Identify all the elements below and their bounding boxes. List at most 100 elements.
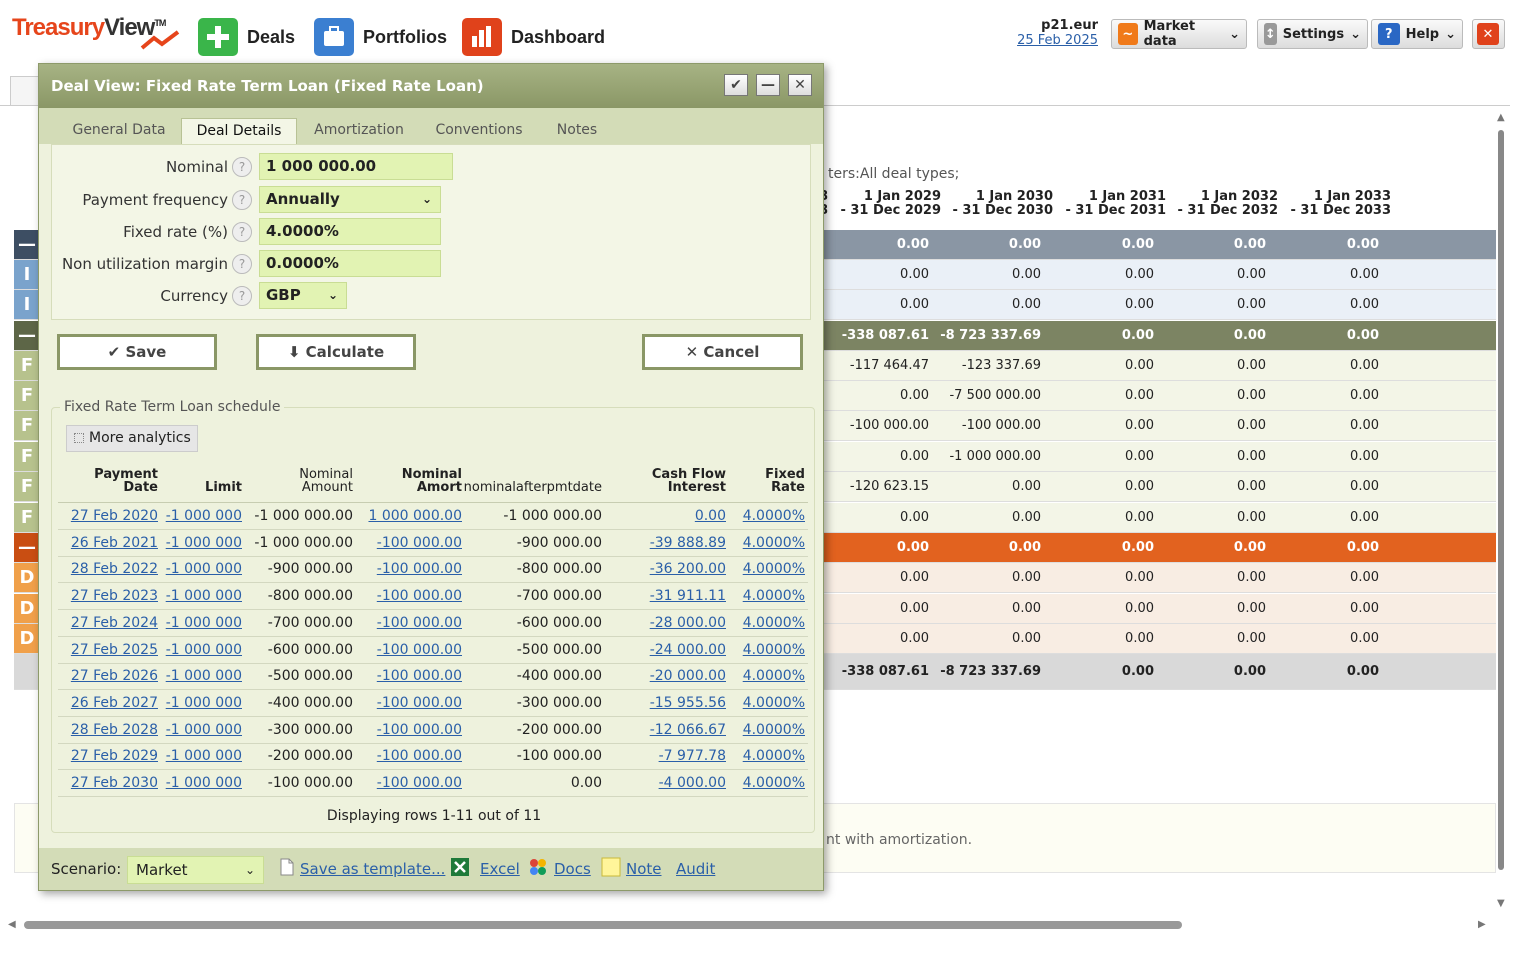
calculate-button[interactable]: ⬇ Calculate [256, 334, 416, 370]
schedule-cell-link[interactable]: 4.0000% [726, 695, 805, 711]
schedule-cell-link[interactable]: -31 911.11 [602, 588, 726, 604]
schedule-cell-link[interactable]: 4.0000% [726, 508, 805, 524]
help-button[interactable]: ? Help ⌄ [1371, 19, 1463, 49]
schedule-cell-link[interactable]: -1 000 000 [158, 668, 242, 684]
schedule-cell-link[interactable]: 27 Feb 2024 [58, 615, 158, 631]
scenario-select[interactable]: Market ⌄ [127, 856, 264, 884]
schedule-cell-link[interactable]: -1 000 000 [158, 561, 242, 577]
scrollbar-thumb[interactable] [1498, 130, 1504, 870]
settings-button[interactable]: ↕ Settings ⌄ [1257, 19, 1368, 49]
more-analytics-button[interactable]: More analytics [66, 425, 198, 452]
schedule-cell-link[interactable]: -4 000.00 [602, 775, 726, 791]
schedule-cell-link[interactable]: -100 000.00 [353, 748, 462, 764]
schedule-cell-link[interactable]: 4.0000% [726, 535, 805, 551]
schedule-cell-link[interactable]: -36 200.00 [602, 561, 726, 577]
schedule-cell-link[interactable]: -1 000 000 [158, 508, 242, 524]
schedule-cell-link[interactable]: -39 888.89 [602, 535, 726, 551]
schedule-cell-link[interactable]: 26 Feb 2021 [58, 535, 158, 551]
close-icon[interactable]: ✕ [788, 74, 812, 96]
help-icon[interactable]: ? [232, 157, 252, 177]
minimize-icon[interactable]: — [756, 74, 780, 96]
save-button[interactable]: ✔ Save [57, 334, 217, 370]
schedule-cell-link[interactable]: 28 Feb 2022 [58, 561, 158, 577]
schedule-cell-link[interactable]: -1 000 000 [158, 722, 242, 738]
schedule-cell-link[interactable]: 27 Feb 2029 [58, 748, 158, 764]
schedule-cell-link[interactable]: 27 Feb 2026 [58, 668, 158, 684]
schedule-cell-link[interactable]: -1 000 000 [158, 748, 242, 764]
excel-link[interactable]: Excel [480, 860, 520, 878]
note-link[interactable]: Note [626, 860, 662, 878]
schedule-cell-link[interactable]: -1 000 000 [158, 535, 242, 551]
scroll-up-icon[interactable]: ▲ [1497, 112, 1505, 123]
schedule-cell-link[interactable]: 28 Feb 2028 [58, 722, 158, 738]
schedule-cell-link[interactable]: -28 000.00 [602, 615, 726, 631]
help-icon[interactable]: ? [232, 286, 252, 306]
schedule-cell-link[interactable]: -12 066.67 [602, 722, 726, 738]
dialog-title[interactable]: Deal View: Fixed Rate Term Loan (Fixed R… [39, 64, 823, 108]
market-data-button[interactable]: ~ Market data ⌄ [1111, 19, 1247, 49]
schedule-cell-link[interactable]: 4.0000% [726, 615, 805, 631]
schedule-cell-link[interactable]: -1 000 000 [158, 695, 242, 711]
scroll-right-icon[interactable]: ▶ [1478, 919, 1486, 930]
schedule-cell-link[interactable]: 4.0000% [726, 588, 805, 604]
cancel-button[interactable]: ✕ Cancel [642, 334, 803, 370]
schedule-cell-link[interactable]: 26 Feb 2027 [58, 695, 158, 711]
schedule-cell-link[interactable]: 4.0000% [726, 775, 805, 791]
schedule-cell-link[interactable]: 0.00 [602, 508, 726, 524]
fixed-rate-input[interactable]: 4.0000% [259, 218, 441, 245]
schedule-cell-link[interactable]: 1 000 000.00 [353, 508, 462, 524]
schedule-cell-link[interactable]: -100 000.00 [353, 668, 462, 684]
schedule-cell-link[interactable]: -100 000.00 [353, 615, 462, 631]
schedule-cell-link[interactable]: 4.0000% [726, 668, 805, 684]
payment-frequency-select[interactable]: Annually ⌄ [259, 186, 441, 213]
help-icon[interactable]: ? [232, 254, 252, 274]
vertical-scrollbar[interactable]: ▲ ▼ [1496, 110, 1506, 910]
tab-notes[interactable]: Notes [547, 118, 607, 144]
profile-date-link[interactable]: 25 Feb 2025 [1010, 33, 1098, 48]
tab-deal-details[interactable]: Deal Details [181, 118, 297, 144]
currency-select[interactable]: GBP ⌄ [259, 282, 347, 309]
schedule-cell-link[interactable]: -24 000.00 [602, 642, 726, 658]
help-icon[interactable]: ? [232, 190, 252, 210]
save-as-template-link[interactable]: Save as template... [300, 860, 445, 878]
schedule-cell-link[interactable]: -100 000.00 [353, 775, 462, 791]
tab-general-data[interactable]: General Data [65, 118, 173, 144]
nav-deals-button[interactable]: Deals [198, 18, 295, 56]
nominal-input[interactable]: 1 000 000.00 [259, 153, 453, 180]
nav-portfolios-button[interactable]: Portfolios [314, 18, 447, 56]
horizontal-scrollbar[interactable]: ◀ ▶ [0, 918, 1490, 932]
docs-link[interactable]: Docs [554, 860, 591, 878]
schedule-cell-link[interactable]: -1 000 000 [158, 642, 242, 658]
schedule-cell-link[interactable]: -100 000.00 [353, 722, 462, 738]
schedule-cell-link[interactable]: -1 000 000 [158, 615, 242, 631]
close-app-button[interactable]: ✕ [1472, 19, 1505, 49]
schedule-cell-link[interactable]: 27 Feb 2025 [58, 642, 158, 658]
schedule-cell-link[interactable]: -20 000.00 [602, 668, 726, 684]
scroll-left-icon[interactable]: ◀ [8, 919, 16, 930]
schedule-cell-link[interactable]: 4.0000% [726, 561, 805, 577]
audit-link[interactable]: Audit [676, 860, 715, 878]
schedule-cell-link[interactable]: 4.0000% [726, 748, 805, 764]
schedule-cell-link[interactable]: 4.0000% [726, 722, 805, 738]
non-utilization-margin-input[interactable]: 0.0000% [259, 250, 441, 277]
schedule-cell-link[interactable]: -1 000 000 [158, 588, 242, 604]
schedule-cell-link[interactable]: 27 Feb 2020 [58, 508, 158, 524]
schedule-cell-link[interactable]: -100 000.00 [353, 695, 462, 711]
schedule-cell-link[interactable]: -100 000.00 [353, 642, 462, 658]
confirm-icon[interactable]: ✔ [724, 74, 748, 96]
tab-conventions[interactable]: Conventions [425, 118, 533, 144]
schedule-cell-link[interactable]: 27 Feb 2023 [58, 588, 158, 604]
scrollbar-thumb[interactable] [24, 921, 1182, 929]
schedule-cell-link[interactable]: -100 000.00 [353, 588, 462, 604]
schedule-cell-link[interactable]: -100 000.00 [353, 561, 462, 577]
background-tab[interactable] [10, 76, 40, 106]
schedule-cell-link[interactable]: 27 Feb 2030 [58, 775, 158, 791]
schedule-cell-link[interactable]: 4.0000% [726, 642, 805, 658]
schedule-cell-link[interactable]: -15 955.56 [602, 695, 726, 711]
help-icon[interactable]: ? [232, 222, 252, 242]
tab-amortization[interactable]: Amortization [307, 118, 411, 144]
scroll-down-icon[interactable]: ▼ [1497, 898, 1505, 909]
schedule-cell-link[interactable]: -7 977.78 [602, 748, 726, 764]
nav-dashboard-button[interactable]: Dashboard [462, 18, 605, 56]
schedule-cell-link[interactable]: -100 000.00 [353, 535, 462, 551]
